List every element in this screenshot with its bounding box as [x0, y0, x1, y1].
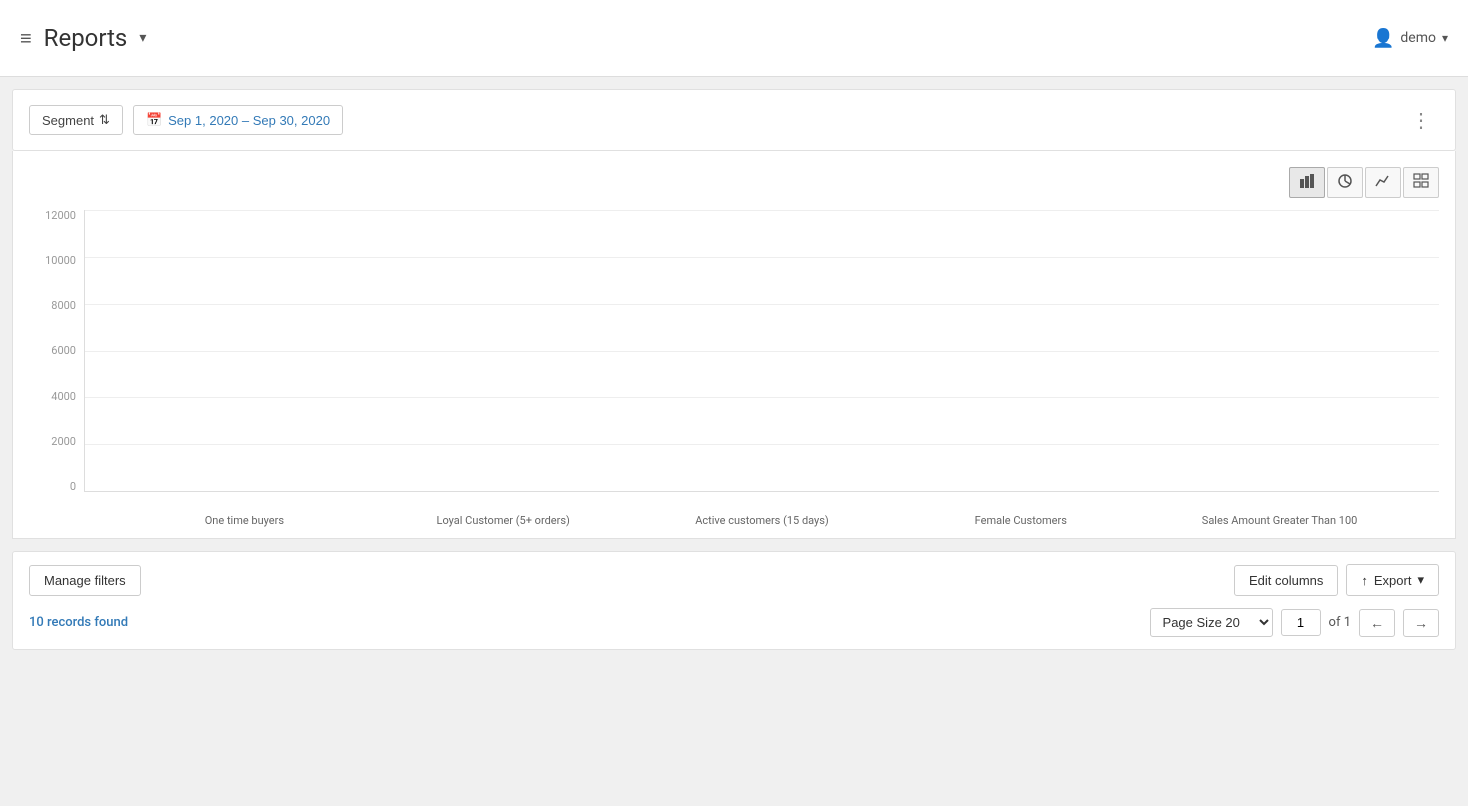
header-left: ≡ Reports ▾	[20, 24, 146, 52]
x-label-2: Loyal Customer (5+ orders)	[374, 514, 633, 527]
y-label-10000: 10000	[45, 255, 76, 266]
date-range-label: Sep 1, 2020 – Sep 30, 2020	[168, 113, 330, 128]
manage-filters-button[interactable]: Manage filters	[29, 565, 141, 596]
x-label-3: Active customers (15 days)	[633, 514, 892, 527]
x-label-1: One time buyers	[115, 514, 374, 527]
export-label: Export	[1374, 573, 1412, 588]
header: ≡ Reports ▾ 👤 demo ▾	[0, 0, 1468, 77]
y-axis: 0 2000 4000 6000 8000 10000 12000	[29, 210, 84, 530]
bar-chart-button[interactable]	[1289, 167, 1325, 198]
export-button[interactable]: ↑ Export ▾	[1346, 564, 1439, 596]
y-label-8000: 8000	[51, 300, 76, 311]
export-icon: ↑	[1361, 573, 1368, 588]
y-label-0: 0	[70, 481, 76, 492]
title-dropdown-arrow[interactable]: ▾	[139, 30, 146, 46]
records-count: 10 records found	[29, 615, 128, 630]
y-label-2000: 2000	[51, 436, 76, 447]
y-label-12000: 12000	[45, 210, 76, 221]
x-labels: One time buyers Loyal Customer (5+ order…	[85, 514, 1439, 527]
table-chart-button[interactable]	[1403, 167, 1439, 198]
page-number-input[interactable]	[1281, 609, 1321, 636]
filter-left: Segment ⇅ 📅 Sep 1, 2020 – Sep 30, 2020	[29, 105, 343, 135]
page-size-select[interactable]: Page Size 20 Page Size 50 Page Size 100	[1150, 608, 1273, 637]
export-dropdown-arrow: ▾	[1417, 572, 1424, 588]
page-title: Reports	[44, 24, 128, 52]
bars-container	[85, 210, 1439, 491]
user-dropdown-arrow: ▾	[1442, 31, 1448, 45]
more-options-button[interactable]: ⋮	[1403, 104, 1439, 136]
calendar-icon: 📅	[146, 112, 162, 128]
x-label-4: Female Customers	[891, 514, 1150, 527]
filter-bar: Segment ⇅ 📅 Sep 1, 2020 – Sep 30, 2020 ⋮	[12, 89, 1456, 151]
pagination-bar: 10 records found Page Size 20 Page Size …	[29, 608, 1439, 637]
y-label-6000: 6000	[51, 345, 76, 356]
pie-chart-button[interactable]	[1327, 167, 1363, 198]
next-page-button[interactable]: →	[1403, 609, 1439, 637]
segment-arrow: ⇅	[99, 112, 110, 128]
date-range-button[interactable]: 📅 Sep 1, 2020 – Sep 30, 2020	[133, 105, 343, 135]
pagination-controls: Page Size 20 Page Size 50 Page Size 100 …	[1150, 608, 1439, 637]
user-name: demo	[1400, 30, 1436, 46]
segment-button[interactable]: Segment ⇅	[29, 105, 123, 135]
page-of-label: of 1	[1329, 615, 1351, 630]
segment-label: Segment	[42, 113, 94, 128]
bottom-bar-right: Edit columns ↑ Export ▾	[1234, 564, 1439, 596]
prev-page-button[interactable]: ←	[1359, 609, 1395, 637]
bottom-bar: Manage filters Edit columns ↑ Export ▾ 1…	[12, 551, 1456, 650]
chart-area: 0 2000 4000 6000 8000 10000 12000	[29, 210, 1439, 530]
user-menu[interactable]: 👤 demo ▾	[1372, 28, 1448, 49]
line-chart-button[interactable]	[1365, 167, 1401, 198]
chart-plot: One time buyers Loyal Customer (5+ order…	[84, 210, 1439, 492]
chart-toolbar	[29, 167, 1439, 198]
user-icon: 👤	[1372, 28, 1394, 49]
hamburger-icon[interactable]: ≡	[20, 26, 32, 51]
y-label-4000: 4000	[51, 391, 76, 402]
edit-columns-button[interactable]: Edit columns	[1234, 565, 1338, 596]
chart-section: 0 2000 4000 6000 8000 10000 12000	[12, 151, 1456, 539]
x-label-5: Sales Amount Greater Than 100	[1150, 514, 1409, 527]
bottom-bar-actions: Manage filters Edit columns ↑ Export ▾	[29, 564, 1439, 596]
